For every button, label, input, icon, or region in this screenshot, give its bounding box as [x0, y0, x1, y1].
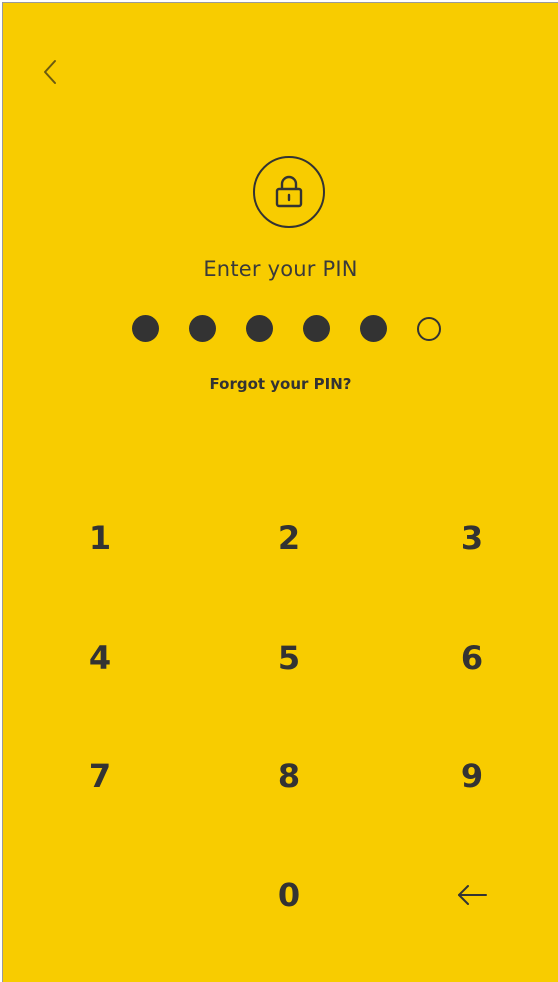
- key-4[interactable]: 4: [45, 618, 155, 698]
- number-keypad: 1 2 3 4 5 6 7 8 9 0: [3, 3, 558, 982]
- pin-entry-screen: Enter your PIN Forgot your PIN? 1 2 3 4 …: [2, 2, 558, 982]
- key-8[interactable]: 8: [234, 736, 344, 816]
- key-9[interactable]: 9: [417, 736, 527, 816]
- key-6[interactable]: 6: [417, 618, 527, 698]
- backspace-button[interactable]: [417, 855, 527, 935]
- key-3[interactable]: 3: [417, 498, 527, 578]
- key-1[interactable]: 1: [45, 498, 155, 578]
- arrow-left-icon: [458, 885, 487, 905]
- key-2[interactable]: 2: [234, 498, 344, 578]
- key-0[interactable]: 0: [234, 855, 344, 935]
- key-5[interactable]: 5: [234, 618, 344, 698]
- key-7[interactable]: 7: [45, 736, 155, 816]
